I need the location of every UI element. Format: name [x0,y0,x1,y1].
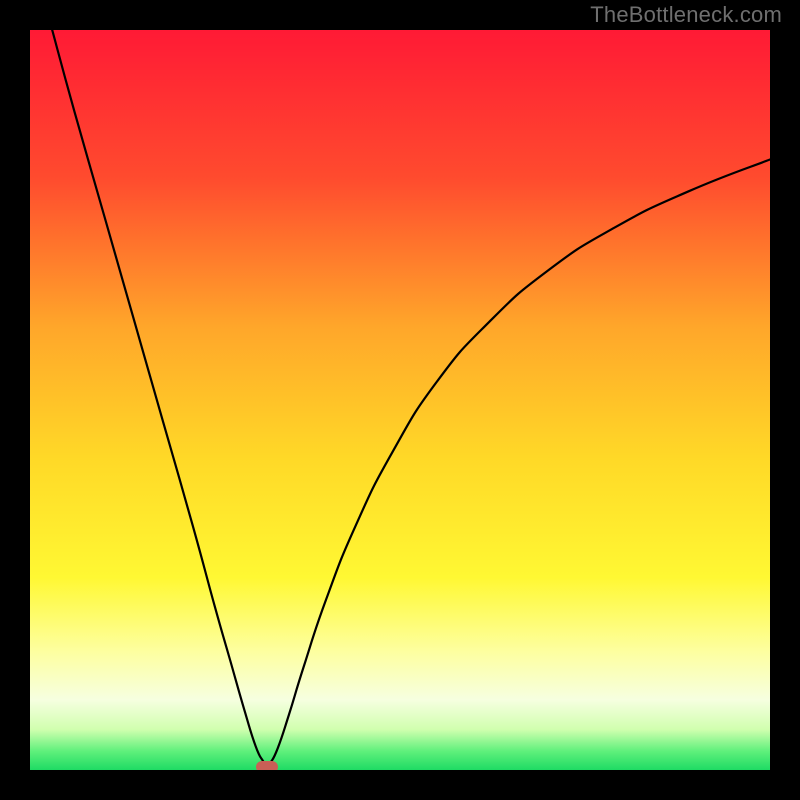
gradient-background [30,30,770,770]
chart-frame: TheBottleneck.com [0,0,800,800]
plot-area [30,30,770,770]
plot-svg [30,30,770,770]
min-marker [256,761,278,770]
watermark-text: TheBottleneck.com [590,2,782,28]
